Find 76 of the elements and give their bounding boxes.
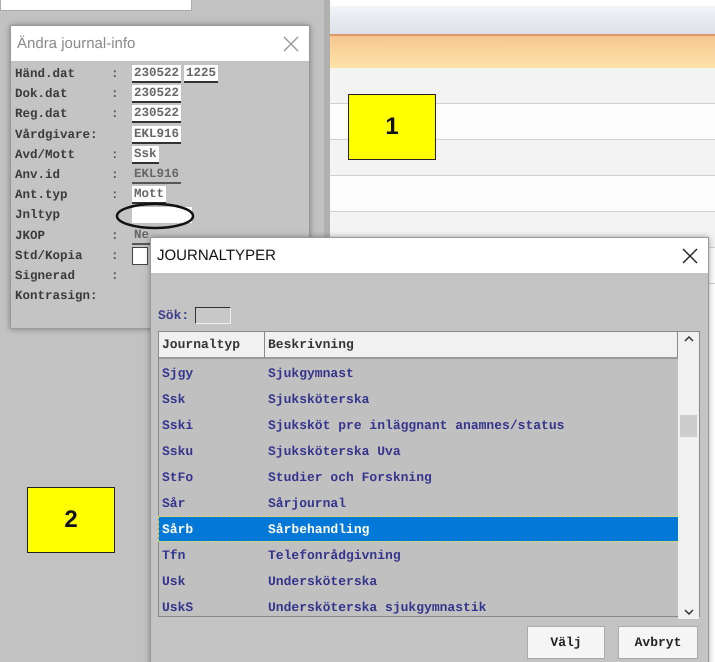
list-row[interactable]: Sski Sjuksköt pre inläggnant anamnes/status xyxy=(159,413,678,437)
table-cell-text: UskS xyxy=(161,600,194,614)
table-cell-text: Sski xyxy=(161,418,194,432)
field-label: Avd/Mott xyxy=(15,148,76,162)
list-row[interactable]: Ssku Sjuksköterska Uva xyxy=(159,439,678,463)
input-field[interactable]: Mott xyxy=(132,186,166,204)
table-cell-text: Sårbehandling xyxy=(267,522,370,536)
colon: : xyxy=(111,67,120,82)
colon: : xyxy=(111,248,120,263)
list-row[interactable]: Sår Sårjournal xyxy=(159,491,678,515)
column-header[interactable]: Beskrivning xyxy=(265,332,678,357)
list-row[interactable]: StFo Studier och Forskning xyxy=(159,465,678,489)
table-cell-text: Sår xyxy=(161,496,186,510)
field-label: Kontrasign: xyxy=(15,289,99,304)
colon: : xyxy=(111,168,120,182)
dialog-title: JOURNALTYPER xyxy=(157,247,276,264)
list-row[interactable]: Sjgy Sjukgymnast xyxy=(159,361,678,385)
field-label: Händ.dat xyxy=(15,67,76,82)
colon: : xyxy=(111,228,120,243)
field-label: Std/Kopia xyxy=(15,248,84,263)
search-label: Sök: xyxy=(158,308,190,322)
table-cell-text: Usk xyxy=(161,574,186,588)
column-header[interactable]: Journaltyp xyxy=(159,332,265,357)
table-cell-text: Sjukgymnast xyxy=(267,366,355,380)
table-cell-text: Telefonrådgivning xyxy=(267,548,402,562)
table-cell-text: StFo xyxy=(161,470,194,484)
number-label: 2 xyxy=(27,487,115,553)
search-field[interactable] xyxy=(195,306,232,324)
field-label: Dok.dat xyxy=(15,87,69,102)
table-cell-text: Sjgy xyxy=(161,366,194,380)
input-field[interactable]: 230522 xyxy=(132,105,182,124)
input-field[interactable]: 1225 xyxy=(184,65,218,84)
number-label: 1 xyxy=(348,94,436,160)
table-cell-text: Undersköterska sjukgymnastik xyxy=(267,600,488,614)
table-cell-text: Ssk xyxy=(161,392,186,406)
colon: : xyxy=(111,188,120,202)
dialog-title: Ändra journal-info xyxy=(17,35,136,52)
list-row[interactable]: UskS Undersköterska sjukgymnastik xyxy=(159,595,678,619)
field-label: JKOP xyxy=(15,228,46,243)
scrollbar[interactable] xyxy=(678,332,699,619)
table-cell-text: Sårb xyxy=(161,522,194,536)
input-field[interactable]: EKL916 xyxy=(132,126,182,144)
field-value: EKL916 xyxy=(132,166,182,184)
table-cell-text: Undersköterska xyxy=(267,574,378,588)
colon: : xyxy=(111,148,120,162)
field-label: Jnltyp xyxy=(15,208,62,222)
list-row[interactable]: Usk Undersköterska xyxy=(159,569,678,593)
close-icon[interactable] xyxy=(682,248,698,264)
input-field[interactable] xyxy=(132,207,192,224)
table-cell-text: Tfn xyxy=(161,548,186,562)
field-label: Vårdgivare: xyxy=(15,128,99,142)
list-row[interactable]: Sårb Sårbehandling xyxy=(159,517,678,541)
scroll-thumb[interactable] xyxy=(680,415,697,437)
table-cell-text: Sjuksköterska Uva xyxy=(267,444,402,458)
table-cell-text: Sjuksköt pre inläggnant anamnes/status xyxy=(267,418,566,432)
cancel-button[interactable]: Avbryt xyxy=(618,626,698,659)
field-label: Anv.id xyxy=(15,168,62,182)
checkbox[interactable] xyxy=(132,246,148,265)
colon: : xyxy=(111,107,120,122)
table-cell-text: Studier och Forskning xyxy=(267,470,433,484)
field-label: Reg.dat xyxy=(15,107,69,122)
table-cell-text: Ssku xyxy=(161,444,194,458)
scroll-up-icon[interactable] xyxy=(684,336,694,342)
list-row[interactable]: Ssk Sjuksköterska xyxy=(159,387,678,411)
table-cell-text: Sårjournal xyxy=(267,496,348,510)
field-label: Signerad xyxy=(15,268,76,283)
table-cell-text: Sjuksköterska xyxy=(267,392,370,406)
input-field[interactable]: Ssk xyxy=(132,146,159,164)
scroll-down-icon[interactable] xyxy=(684,609,694,615)
select-button[interactable]: Välj xyxy=(527,626,605,659)
list-row[interactable]: Tfn Telefonrådgivning xyxy=(159,543,678,567)
input-field[interactable]: 230522 xyxy=(132,65,182,84)
colon: : xyxy=(111,87,120,102)
field-label: Ant.typ xyxy=(15,188,69,202)
colon: : xyxy=(111,268,120,283)
input-field[interactable]: 230522 xyxy=(132,85,182,104)
